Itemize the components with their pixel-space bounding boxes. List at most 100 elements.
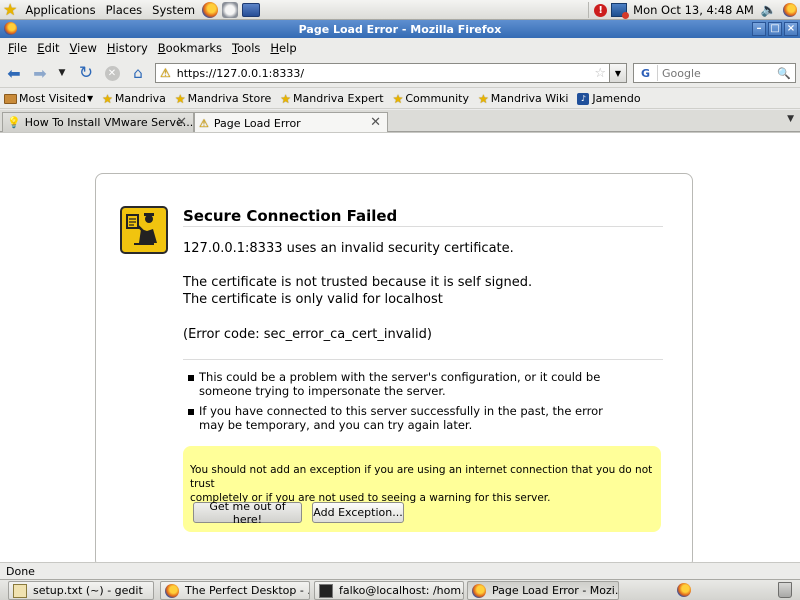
bullet-line: This could be a problem with the server'… [199,370,601,384]
tab-close-icon[interactable]: ✕ [370,115,381,130]
trust-line: The certificate is only valid for localh… [183,292,443,307]
applications-menu[interactable]: Applications [20,0,100,20]
window-title: Page Load Error - Mozilla Firefox [298,22,502,36]
menu-bookmarks[interactable]: Bookmarks [153,41,227,55]
system-tray: ! Mon Oct 13, 4:48 AM 🔈 [585,0,800,20]
update-notifier-icon[interactable] [611,3,630,19]
tab-label: How To Install VMware Serve... [24,116,194,129]
jamendo-icon: ♪ [577,92,590,105]
forward-button[interactable]: ➡ [30,63,50,83]
search-input[interactable] [658,66,778,80]
menu-edit[interactable]: Edit [32,41,64,55]
url-bar[interactable]: ⚠ https://127.0.0.1:8333/ ☆ [155,63,610,83]
tab-vmware[interactable]: 💡 How To Install VMware Serve... ✕ [2,112,194,132]
bookmark-community[interactable]: ★ Community [393,92,469,106]
bookmark-most-visited[interactable]: Most Visited ▼ [4,92,93,105]
history-dropdown-icon[interactable]: ▼ [52,63,72,83]
window-titlebar[interactable]: Page Load Error - Mozilla Firefox – □ × [0,20,800,38]
close-button[interactable]: × [784,22,798,36]
task-label: The Perfect Desktop - ... [185,584,310,597]
search-engine-icon[interactable]: G [634,65,658,81]
maximize-button[interactable]: □ [768,22,782,36]
bookmark-label: Mandriva Wiki [490,92,569,105]
error-code: (Error code: sec_error_ca_cert_invalid) [183,327,432,342]
bookmark-star-icon[interactable]: ☆ [594,66,606,81]
menu-help[interactable]: Help [265,41,301,55]
firefox-tray-icon[interactable] [783,3,797,17]
gedit-icon [13,583,27,598]
home-button[interactable]: ⌂ [128,63,148,83]
clock[interactable]: Mon Oct 13, 4:48 AM [629,3,758,17]
add-exception-button[interactable]: Add Exception... [312,502,404,523]
alert-icon[interactable]: ! [594,3,608,17]
taskbar: setup.txt (~) - gedit The Perfect Deskto… [0,579,800,600]
lightbulb-icon: 💡 [7,116,21,129]
bookmark-jamendo[interactable]: ♪ Jamendo [577,92,641,105]
reload-button[interactable]: ↻ [76,63,96,83]
firefox-launcher-icon[interactable] [202,1,219,18]
menu-view[interactable]: View [65,41,102,55]
monitor-launcher-icon[interactable] [242,2,261,17]
mandriva-star-icon: ★ [280,91,292,106]
stop-icon: ✕ [104,65,120,81]
site-warning-icon[interactable]: ⚠ [160,66,171,80]
back-button[interactable]: ⬅ [4,63,24,83]
tab-page-load-error[interactable]: ⚠ Page Load Error ✕ [194,112,388,133]
body-divider [183,359,663,360]
task-label: Page Load Error - Mozi... [492,584,619,597]
list-item: This could be a problem with the server'… [188,370,618,398]
status-text: Done [6,564,35,578]
network-launcher-icon[interactable] [222,1,239,18]
folder-icon [4,93,17,104]
bookmark-mandriva-store[interactable]: ★ Mandriva Store [175,92,271,106]
bookmark-mandriva-expert[interactable]: ★ Mandriva Expert [280,92,383,106]
firefox-window-icon[interactable] [677,583,691,597]
task-label: setup.txt (~) - gedit [33,584,143,597]
status-bar: Done [0,562,800,579]
menu-file[interactable]: File [3,41,32,55]
task-page-load-error[interactable]: Page Load Error - Mozi... [467,581,619,600]
volume-icon[interactable]: 🔈 [761,3,777,18]
url-text[interactable]: https://127.0.0.1:8333/ [177,67,595,80]
bookmark-mandriva[interactable]: ★ Mandriva [102,92,166,106]
tab-list-chevron-icon[interactable]: ▼ [787,114,794,124]
mandriva-star-icon: ★ [174,91,186,106]
firefox-icon [472,583,486,598]
search-magnifier-icon[interactable]: 🔍 [777,67,791,80]
tab-close-icon[interactable]: ✕ [176,115,187,130]
mandriva-star-icon: ★ [392,91,404,106]
bookmark-label: Community [405,92,470,105]
get-me-out-button[interactable]: Get me out of here! [193,500,302,526]
bookmark-mandriva-wiki[interactable]: ★ Mandriva Wiki [478,92,568,106]
chevron-down-icon: ▼ [86,94,94,103]
search-bar: G 🔍 [633,63,796,83]
page-content: Secure Connection Failed 127.0.0.1:8333 … [0,132,800,568]
list-item: If you have connected to this server suc… [188,404,618,432]
bullet-icon [188,409,194,415]
system-menu[interactable]: System [147,0,200,20]
trash-icon[interactable] [778,582,792,598]
certificate-message: 127.0.0.1:8333 uses an invalid security … [183,241,514,256]
stop-button[interactable]: ✕ [102,63,122,83]
trust-message: The certificate is not trusted because i… [183,274,532,308]
url-dropdown-button[interactable]: ▼ [610,63,627,83]
task-perfect-desktop[interactable]: The Perfect Desktop - ... [160,581,310,600]
task-terminal[interactable]: falko@localhost: /hom... [314,581,464,600]
bookmark-label: Most Visited [19,92,86,105]
minimize-button[interactable]: – [752,22,766,36]
error-title: Secure Connection Failed [183,207,398,225]
menu-history[interactable]: History [102,41,153,55]
menu-tools[interactable]: Tools [227,41,265,55]
tray-separator [588,2,590,18]
mandriva-star-icon: ★ [102,91,113,106]
police-officer-icon [120,206,168,254]
exception-warning-panel: You should not add an exception if you a… [183,446,661,532]
places-menu[interactable]: Places [101,0,148,20]
window-menu-icon[interactable] [4,22,17,35]
warning-line: You should not add an exception if you a… [190,464,653,490]
task-gedit[interactable]: setup.txt (~) - gedit [8,581,154,600]
mandriva-star-icon: ★ [478,91,489,106]
bookmark-label: Mandriva Store [187,92,272,105]
applications-star-icon[interactable]: ★ [3,1,17,18]
tab-strip: 💡 How To Install VMware Serve... ✕ ⚠ Pag… [0,110,800,133]
